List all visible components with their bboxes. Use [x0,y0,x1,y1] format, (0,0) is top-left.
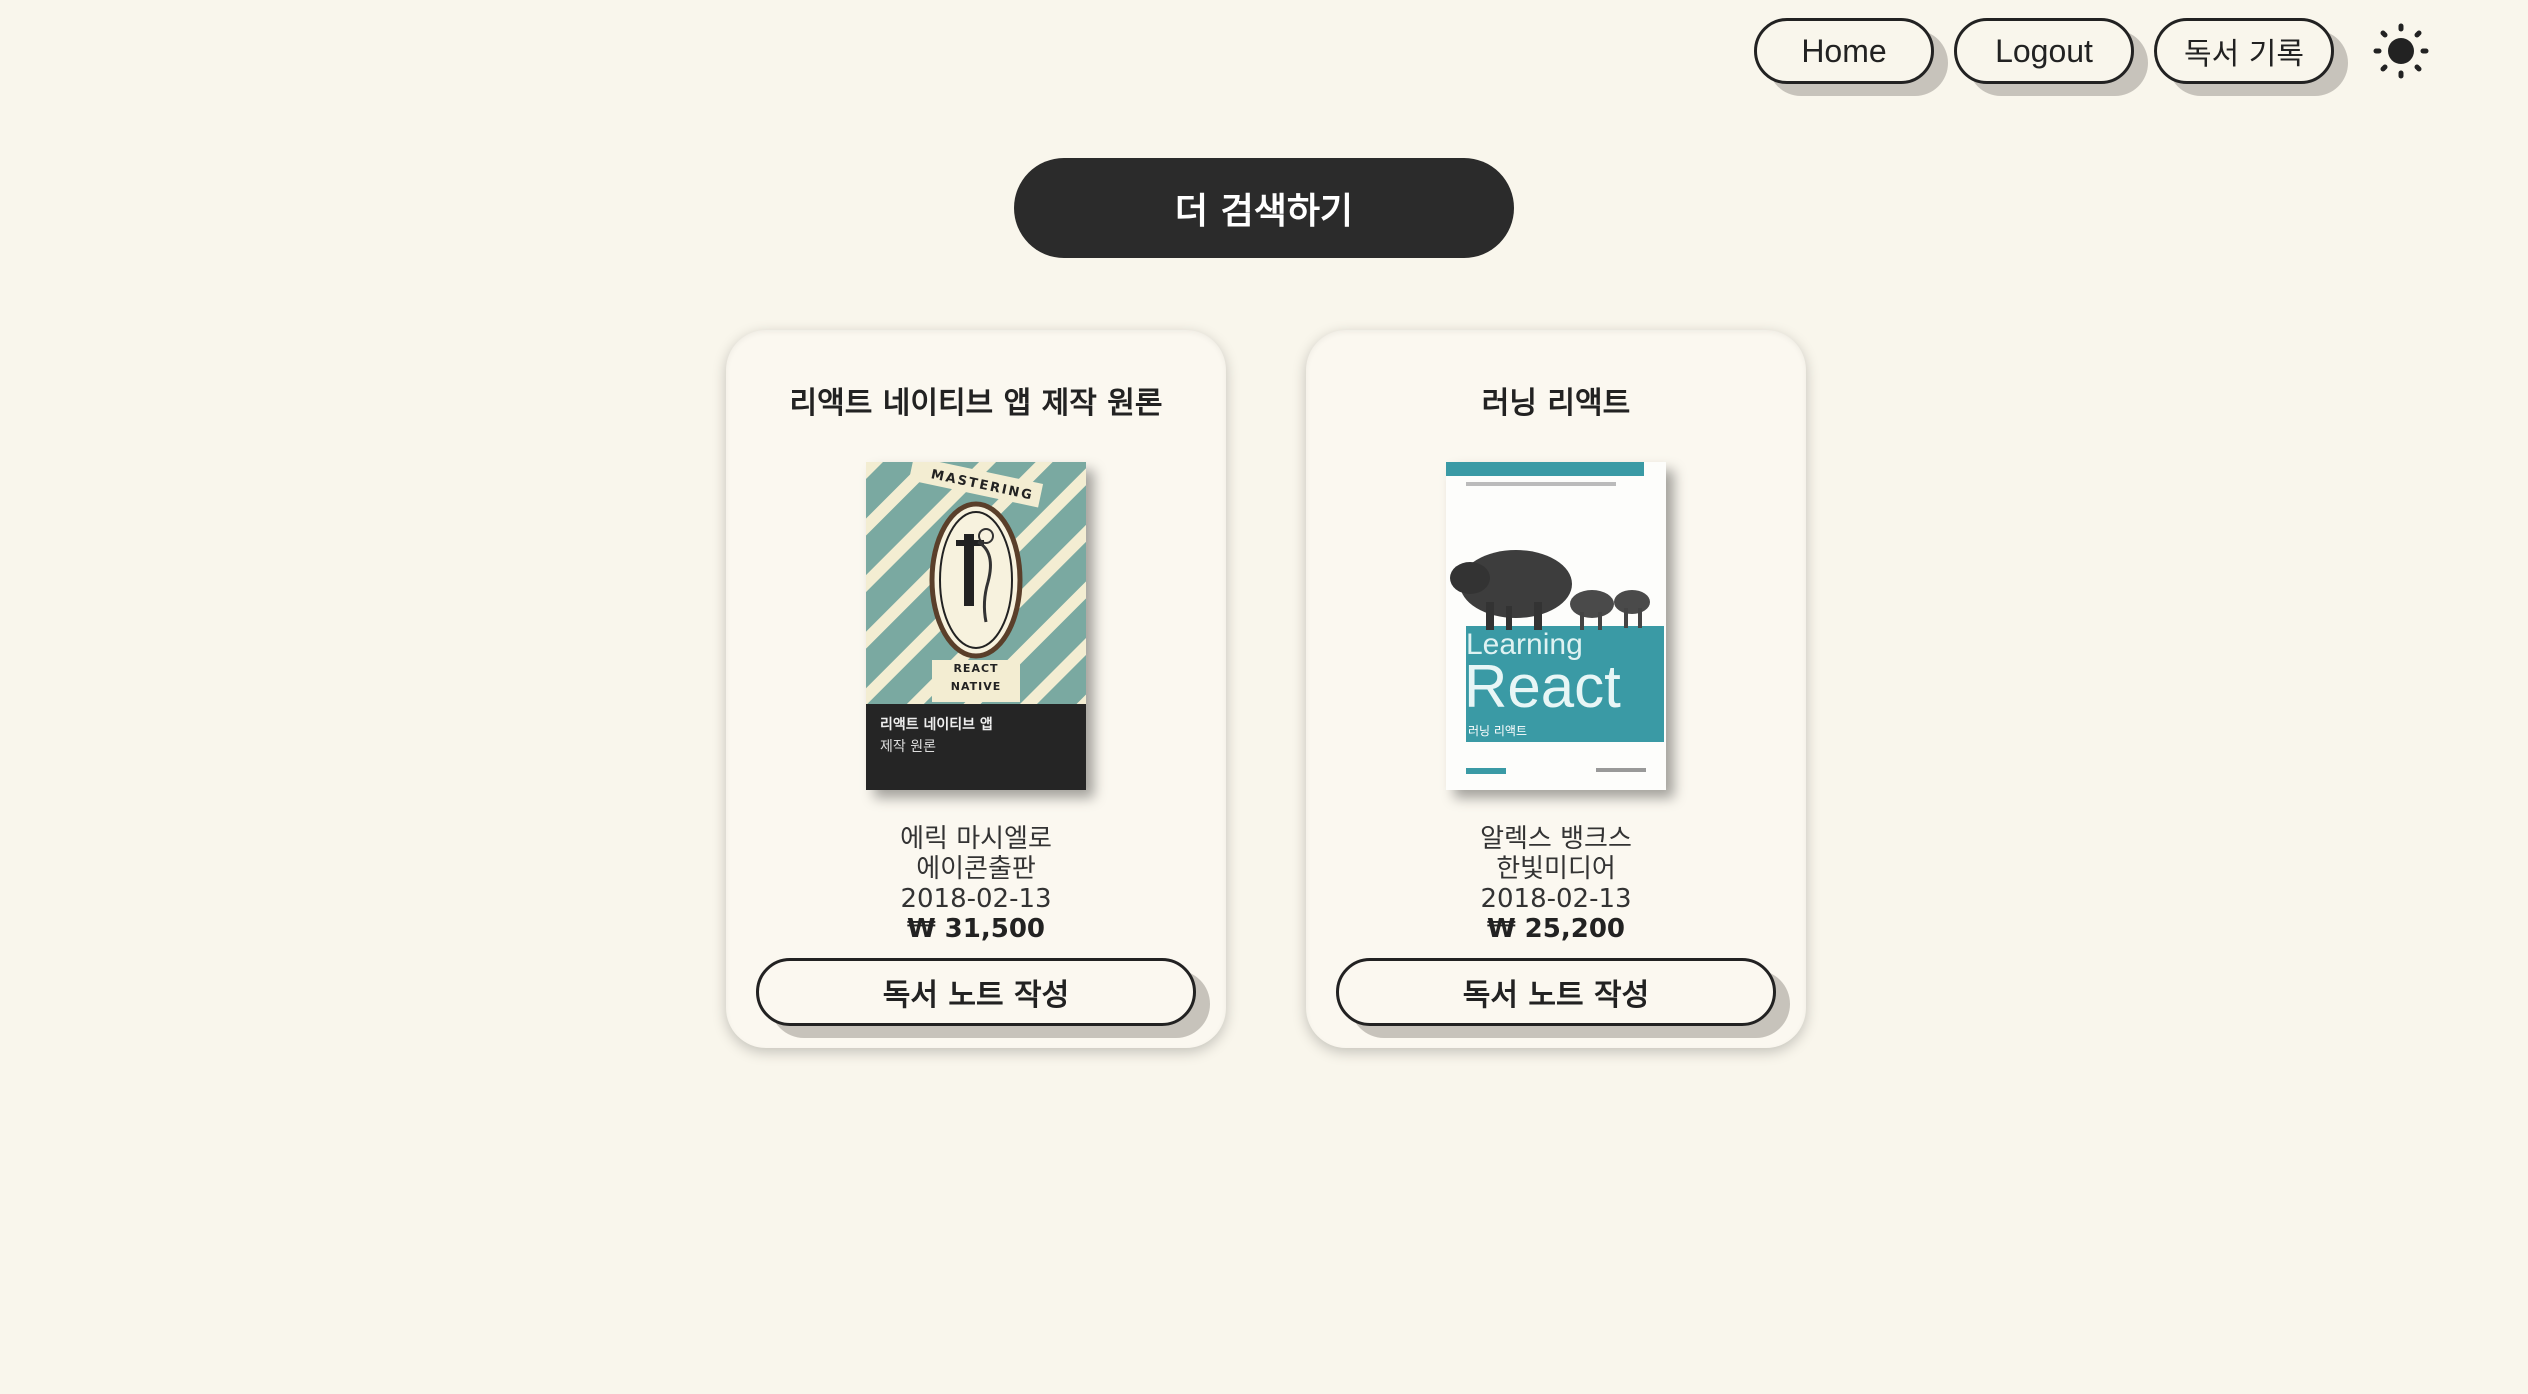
book-cover-image: MASTERING REACT NATIVE 리액트 네이티브 앱 제작 원론 [866,462,1086,790]
book-publisher: 한빛미디어 [1496,854,1616,884]
book-card: 리액트 네이티브 앱 제작 원론 MASTERING REACT NATIVE … [726,330,1226,1048]
write-reading-note-button[interactable]: 독서 노트 작성 [1336,958,1776,1026]
reading-record-button[interactable]: 독서 기록 [2154,18,2334,84]
logout-button[interactable]: Logout [1954,18,2134,84]
home-button[interactable]: Home [1754,18,1934,84]
book-date: 2018-02-13 [1480,884,1632,914]
book-card: 러닝 리액트 Learning React 러닝 리액트 알렉스 뱅크스 한빛미… [1306,330,1806,1048]
top-nav: Home Logout 독서 기록 [1754,18,2432,84]
book-price: ₩ 25,200 [1486,914,1626,944]
book-publisher: 에이콘출판 [916,854,1036,884]
cover-subtitle: 러닝 리액트 [1468,724,1528,738]
sun-icon[interactable] [2370,20,2432,82]
book-price: ₩ 31,500 [906,914,1046,944]
book-title: 리액트 네이티브 앱 제작 원론 [789,386,1163,421]
cover-panel-subtitle: 제작 원론 [880,739,936,755]
book-info: 알렉스 뱅크스 한빛미디어 2018-02-13 ₩ 25,200 [1480,824,1632,944]
cover-line2: React [1464,653,1621,720]
cover-panel-title: 리액트 네이티브 앱 [880,717,993,733]
cover-bottom-text: REACT NATIVE [950,662,1002,693]
search-more-button[interactable]: 더 검색하기 [1014,158,1514,258]
book-title: 러닝 리액트 [1481,386,1631,421]
book-author: 알렉스 뱅크스 [1480,824,1632,854]
write-reading-note-button[interactable]: 독서 노트 작성 [756,958,1196,1026]
book-author: 에릭 마시엘로 [900,824,1052,854]
book-date: 2018-02-13 [900,884,1052,914]
book-cover-image: Learning React 러닝 리액트 [1446,462,1666,790]
book-card-list: 리액트 네이티브 앱 제작 원론 MASTERING REACT NATIVE … [726,330,1806,1048]
book-info: 에릭 마시엘로 에이콘출판 2018-02-13 ₩ 31,500 [900,824,1052,944]
